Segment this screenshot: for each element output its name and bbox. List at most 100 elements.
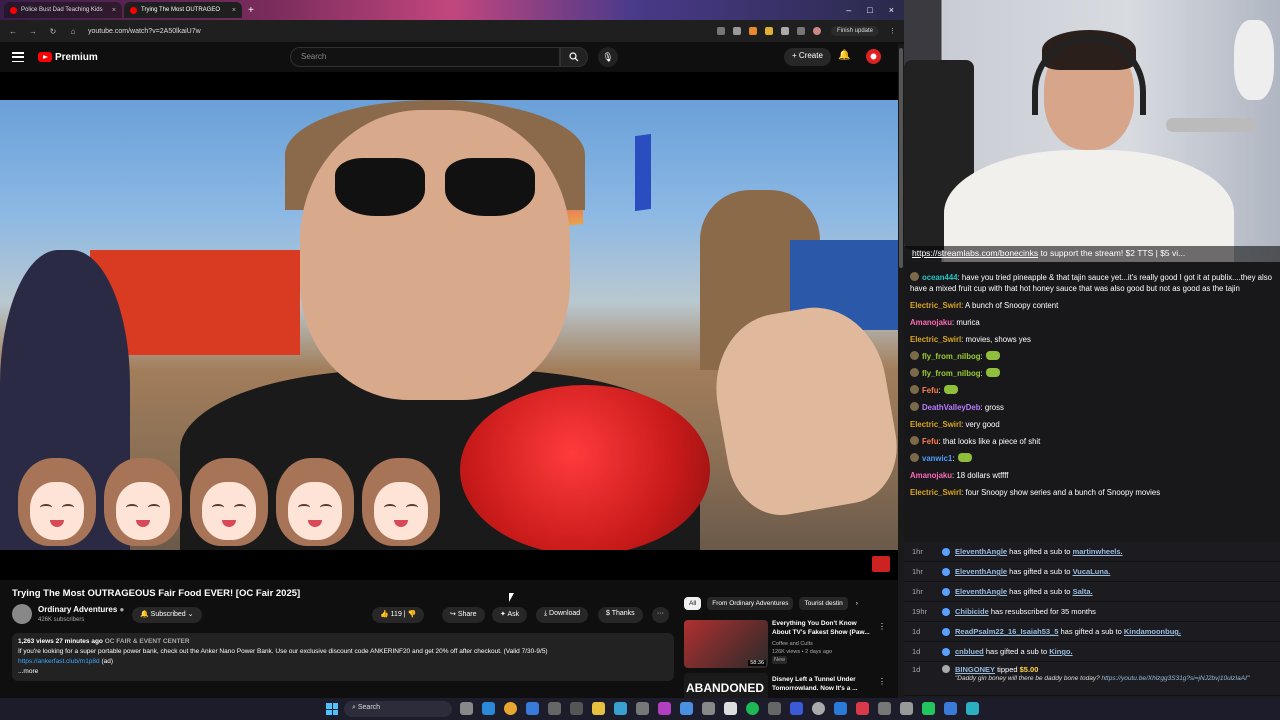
chat-username[interactable]: Fefu: [922, 437, 938, 446]
extension-icon[interactable]: [780, 27, 789, 35]
app-icon[interactable]: [548, 702, 561, 715]
app-icon[interactable]: [570, 702, 583, 715]
spotify-icon[interactable]: [746, 702, 759, 715]
app-icon[interactable]: [900, 702, 913, 715]
channel-name[interactable]: Ordinary Adventures ●: [38, 605, 124, 614]
app-icon[interactable]: [856, 702, 869, 715]
chat-username[interactable]: Amanojaku: [910, 318, 952, 327]
event-user[interactable]: EleventhAngle: [955, 567, 1007, 576]
event-target[interactable]: Kingo.: [1049, 647, 1072, 656]
like-button[interactable]: 👍 119 | 👎: [372, 607, 425, 623]
search-button[interactable]: [560, 47, 588, 67]
puzzle-icon[interactable]: [796, 27, 805, 35]
thanks-button[interactable]: $ Thanks: [598, 607, 643, 623]
download-button[interactable]: ⤓ Download: [536, 607, 589, 623]
chip-tourist[interactable]: Tourist destin: [799, 597, 848, 610]
forward-icon[interactable]: →: [28, 27, 38, 36]
app-icon[interactable]: [834, 702, 847, 715]
more-actions-button[interactable]: ···: [652, 607, 669, 623]
voice-search-button[interactable]: 🎙: [598, 47, 618, 67]
close-tab-icon[interactable]: ×: [112, 7, 116, 14]
notifications-bell-icon[interactable]: 🔔: [838, 50, 850, 61]
app-icon[interactable]: [768, 702, 781, 715]
extension-icon[interactable]: [764, 27, 773, 35]
chat-username[interactable]: ocean444: [922, 273, 958, 282]
maximize-icon[interactable]: □: [867, 5, 872, 15]
event-user[interactable]: EleventhAngle: [955, 587, 1007, 596]
close-tab-icon[interactable]: ×: [232, 7, 236, 14]
app-icon[interactable]: [636, 702, 649, 715]
recommended-title[interactable]: Disney Left a Tunnel Under Tomorrowland.…: [772, 676, 876, 693]
chat-username[interactable]: Electric_Swirl: [910, 335, 961, 344]
search-input[interactable]: Search: [290, 47, 560, 67]
close-window-icon[interactable]: ×: [889, 5, 894, 15]
event-target[interactable]: Kindamoonbug.: [1124, 627, 1181, 636]
hamburger-menu-icon[interactable]: [12, 52, 24, 62]
app-icon[interactable]: [526, 702, 539, 715]
chip-from-channel[interactable]: From Ordinary Adventures: [707, 597, 794, 610]
recommended-title[interactable]: Everything You Don't Know About TV's Fak…: [772, 620, 876, 637]
url-field[interactable]: youtube.com/watch?v=2A50lkaiU7w: [88, 28, 707, 35]
more-options-icon[interactable]: ⋮: [878, 622, 886, 631]
event-user[interactable]: Chibicide: [955, 607, 989, 616]
profile-icon[interactable]: [812, 27, 821, 35]
minimize-icon[interactable]: –: [846, 5, 851, 15]
chat-username[interactable]: fly_from_nilbog: [922, 369, 980, 378]
event-user[interactable]: BINGONEY: [955, 665, 995, 674]
app-icon[interactable]: [922, 702, 935, 715]
video-thumbnail[interactable]: ABANDONED: [684, 673, 768, 698]
taskbar-search[interactable]: ⌕ Search: [344, 701, 452, 717]
star-icon[interactable]: [732, 27, 741, 35]
create-button[interactable]: + Create: [784, 48, 831, 66]
video-thumbnail[interactable]: 58:36: [684, 620, 768, 668]
description-link[interactable]: https://ankerfast.club/m1p8d: [18, 658, 100, 665]
subscribed-button[interactable]: 🔔 Subscribed ⌄: [132, 607, 202, 623]
chat-username[interactable]: Electric_Swirl: [910, 488, 961, 497]
reload-icon[interactable]: ↻: [48, 27, 58, 36]
new-tab-icon[interactable]: +: [248, 5, 254, 16]
event-target[interactable]: Salta.: [1073, 587, 1093, 596]
app-icon[interactable]: [790, 702, 803, 715]
app-icon[interactable]: [658, 702, 671, 715]
event-user[interactable]: cnblued: [955, 647, 984, 656]
chat-username[interactable]: fly_from_nilbog: [922, 352, 980, 361]
chat-username[interactable]: Fefu: [922, 386, 938, 395]
event-target[interactable]: VucaLuna.: [1073, 567, 1111, 576]
task-view-icon[interactable]: [460, 702, 473, 715]
app-icon[interactable]: [724, 702, 737, 715]
chat-username[interactable]: Amanojaku: [910, 471, 952, 480]
back-icon[interactable]: ←: [8, 27, 18, 36]
video-location[interactable]: OC FAIR & EVENT CENTER: [105, 638, 190, 645]
app-icon[interactable]: [812, 702, 825, 715]
account-avatar[interactable]: [866, 49, 881, 64]
extension-icon[interactable]: [748, 27, 757, 35]
tip-link[interactable]: https://youtu.be/Xhlzgg3S31g?si=jNJ2bvj1…: [1102, 675, 1247, 682]
chat-username[interactable]: Electric_Swirl: [910, 420, 961, 429]
app-icon[interactable]: [944, 702, 957, 715]
share-button[interactable]: ↪ Share: [442, 607, 485, 623]
ask-button[interactable]: ✦ Ask: [492, 607, 528, 623]
chrome-icon[interactable]: [504, 702, 517, 715]
menu-dots-icon[interactable]: ⋮: [889, 27, 896, 35]
event-target[interactable]: martinwheels.: [1073, 547, 1123, 556]
chevron-right-icon[interactable]: ›: [854, 597, 860, 610]
recommended-video[interactable]: ABANDONED Disney Left a Tunnel Under Tom…: [684, 673, 894, 698]
tab-police-bust[interactable]: Police Bust Dad Teaching Kids ×: [4, 2, 122, 18]
install-icon[interactable]: [716, 27, 725, 35]
app-icon[interactable]: [966, 702, 979, 715]
app-icon[interactable]: [614, 702, 627, 715]
finish-update-button[interactable]: Finish update: [830, 26, 879, 36]
more-options-icon[interactable]: ⋮: [878, 677, 886, 686]
chip-all[interactable]: All: [684, 597, 702, 610]
windows-start-icon[interactable]: [326, 703, 338, 715]
edge-icon[interactable]: [482, 702, 495, 715]
file-explorer-icon[interactable]: [592, 702, 605, 715]
chat-username[interactable]: DeathValleyDeb: [922, 403, 981, 412]
app-icon[interactable]: [680, 702, 693, 715]
home-icon[interactable]: ⌂: [68, 27, 78, 36]
channel-watermark-icon[interactable]: [872, 556, 890, 572]
chat-username[interactable]: Electric_Swirl: [910, 301, 961, 310]
tab-trying-outrageous[interactable]: Trying The Most OUTRAGEO ×: [124, 2, 242, 18]
channel-avatar[interactable]: [12, 604, 32, 624]
recommended-video[interactable]: 58:36 Everything You Don't Know About TV…: [684, 620, 894, 670]
